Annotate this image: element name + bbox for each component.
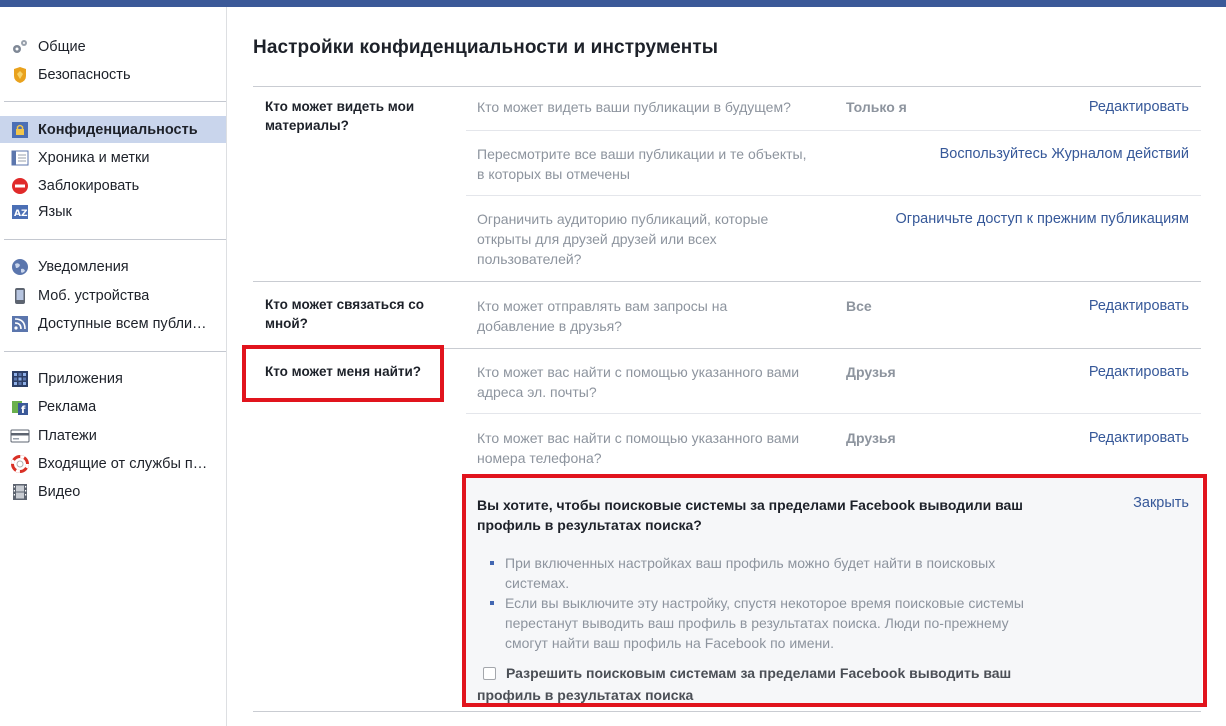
svg-text:f: f: [21, 405, 26, 416]
sidebar-item-label: Доступные всем публи…: [38, 315, 207, 332]
sidebar-item-label: Общие: [38, 38, 86, 55]
setting-value: Все: [846, 298, 872, 314]
sidebar-item-timeline[interactable]: Хроника и метки: [0, 144, 226, 171]
search-engine-checkbox[interactable]: [483, 667, 496, 680]
bullet-text: При включенных настройках ваш профиль мо…: [505, 555, 996, 591]
bullet-icon: [490, 561, 494, 565]
top-bar: [0, 0, 1226, 7]
section-divider: [253, 711, 1201, 712]
setting-question: Кто может вас найти с помощью указанного…: [477, 430, 800, 466]
setting-value: Друзья: [846, 430, 896, 446]
privacy-settings-main: Настройки конфиденциальности и инструмен…: [228, 7, 1226, 726]
setting-question: Ограничить аудиторию публикаций, которые…: [477, 211, 769, 267]
section-label-who-can-find: Кто может меня найти?: [265, 364, 422, 379]
sidebar-item-video[interactable]: Видео: [0, 478, 226, 505]
sidebar-item-label: Заблокировать: [38, 177, 140, 194]
card-icon: [10, 426, 30, 446]
sidebar-item-label: Приложения: [38, 370, 123, 387]
search-engine-panel: Вы хотите, чтобы поисковые системы за пр…: [466, 477, 1202, 704]
phone-icon: [10, 286, 30, 306]
sidebar-item-label: Хроника и метки: [38, 149, 150, 166]
edit-email-lookup-link[interactable]: Редактировать: [1089, 364, 1189, 380]
setting-question: Кто может вас найти с помощью указанного…: [477, 364, 800, 400]
settings-sidebar: Общие Безопасность Конфиденциальность Хр…: [0, 7, 227, 726]
ads-icon: f: [10, 397, 30, 417]
gears-icon: [10, 37, 30, 57]
block-icon: [10, 176, 30, 196]
globe-icon: [10, 257, 30, 277]
setting-question: Кто может видеть ваши публикации в будущ…: [477, 99, 791, 115]
lifebuoy-icon: [10, 454, 30, 474]
sidebar-item-label: Платежи: [38, 427, 97, 444]
row-divider: [466, 195, 1201, 196]
section-divider: [253, 348, 1201, 349]
close-panel-link[interactable]: Закрыть: [1133, 495, 1189, 511]
svg-text:AZ: AZ: [14, 209, 28, 219]
rss-icon: [10, 314, 30, 334]
apps-icon: [10, 369, 30, 389]
sidebar-item-label: Безопасность: [38, 66, 131, 83]
sidebar-divider: [4, 101, 226, 102]
setting-question: Пересмотрите все ваши публикации и те об…: [477, 146, 807, 182]
sidebar-item-privacy[interactable]: Конфиденциальность: [0, 116, 226, 143]
bullet-text: Если вы выключите эту настройку, спустя …: [505, 595, 1024, 651]
setting-question: Кто может отправлять вам запросы на доба…: [477, 298, 728, 334]
sidebar-divider: [4, 239, 226, 240]
section-label-who-can-contact: Кто может связаться со мной?: [265, 297, 424, 331]
bullet-icon: [490, 601, 494, 605]
sidebar-item-label: Входящие от службы п…: [38, 455, 208, 472]
sidebar-item-label: Моб. устройства: [38, 287, 150, 304]
setting-value: Только я: [846, 99, 907, 115]
sidebar-divider: [4, 351, 226, 352]
section-label-who-can-see: Кто может видеть мои материалы?: [265, 99, 415, 133]
sidebar-item-notifications[interactable]: Уведомления: [0, 253, 226, 280]
section-divider: [253, 281, 1201, 282]
edit-friend-requests-link[interactable]: Редактировать: [1089, 298, 1189, 314]
lock-icon: [10, 120, 30, 140]
sidebar-item-block[interactable]: Заблокировать: [0, 172, 226, 199]
sidebar-item-label: Язык: [38, 203, 72, 220]
sidebar-item-support-inbox[interactable]: Входящие от службы п…: [0, 450, 226, 477]
language-icon: AZ: [10, 202, 30, 222]
row-divider: [466, 413, 1201, 414]
search-engine-checkbox-label: Разрешить поисковым системам за пределам…: [477, 665, 1012, 703]
shield-badge-icon: [10, 65, 30, 85]
activity-log-link[interactable]: Воспользуйтесь Журналом действий: [940, 146, 1189, 162]
sidebar-item-general[interactable]: Общие: [0, 33, 226, 60]
search-engine-question: Вы хотите, чтобы поисковые системы за пр…: [477, 497, 1023, 533]
sidebar-item-label: Конфиденциальность: [38, 121, 198, 138]
sidebar-item-payments[interactable]: Платежи: [0, 422, 226, 449]
timeline-icon: [10, 148, 30, 168]
page-title: Настройки конфиденциальности и инструмен…: [253, 37, 719, 58]
sidebar-item-mobile[interactable]: Моб. устройства: [0, 282, 226, 309]
sidebar-item-security[interactable]: Безопасность: [0, 61, 226, 88]
sidebar-item-apps[interactable]: Приложения: [0, 365, 226, 392]
setting-value: Друзья: [846, 364, 896, 380]
sidebar-item-label: Реклама: [38, 398, 97, 415]
sidebar-item-language[interactable]: AZ Язык: [0, 198, 226, 225]
row-divider: [466, 130, 1201, 131]
edit-future-posts-link[interactable]: Редактировать: [1089, 99, 1189, 115]
limit-past-posts-link[interactable]: Ограничьте доступ к прежним публикациям: [896, 211, 1189, 227]
sidebar-item-ads[interactable]: f Реклама: [0, 393, 226, 420]
film-icon: [10, 482, 30, 502]
edit-phone-lookup-link[interactable]: Редактировать: [1089, 430, 1189, 446]
sidebar-item-public-posts[interactable]: Доступные всем публи…: [0, 310, 226, 337]
section-divider: [253, 86, 1201, 87]
sidebar-item-label: Уведомления: [38, 258, 129, 275]
sidebar-item-label: Видео: [38, 483, 81, 500]
